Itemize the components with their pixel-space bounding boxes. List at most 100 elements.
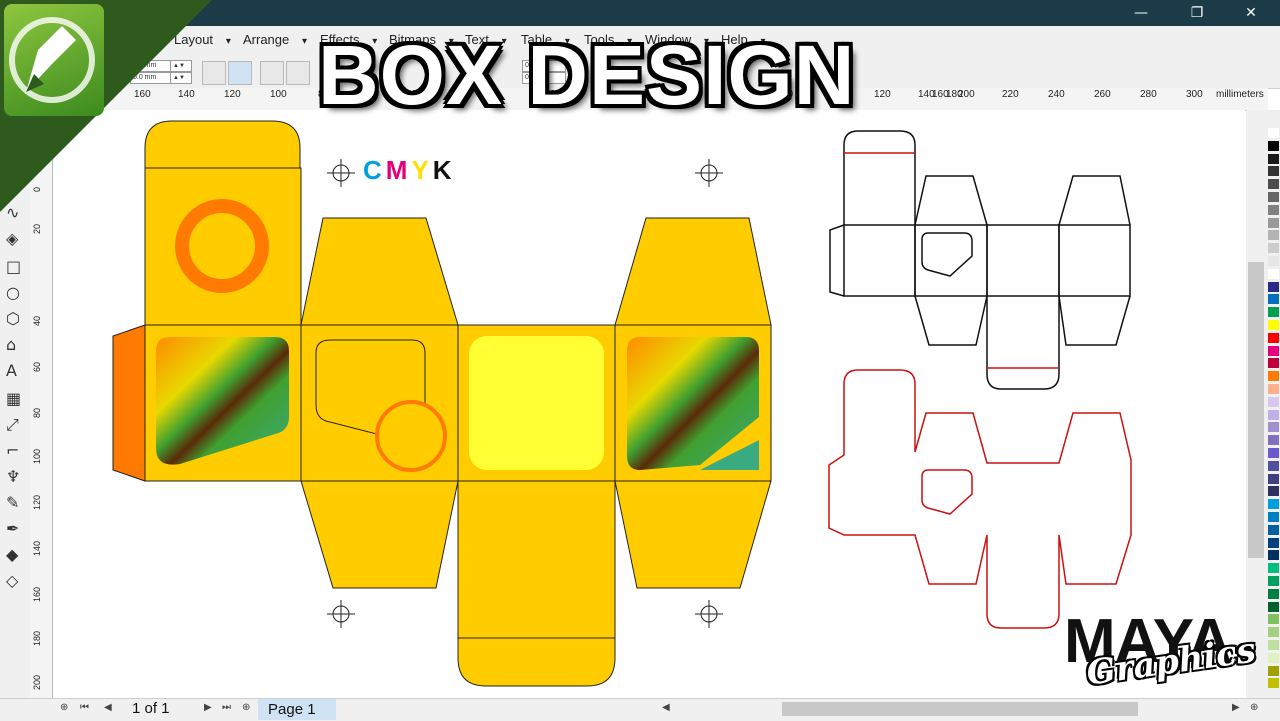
palette-swatch[interactable] [1268, 563, 1279, 574]
zoom-icon[interactable]: ⊕ [1250, 702, 1258, 713]
palette-swatch[interactable] [1268, 678, 1279, 689]
palette-swatch[interactable] [1268, 601, 1279, 612]
palette-swatch[interactable] [1268, 652, 1279, 663]
basic-shapes-icon[interactable]: ⌂ [6, 336, 16, 354]
landscape-icon[interactable] [228, 61, 252, 85]
first-page-icon[interactable]: ⏮ [80, 702, 89, 713]
last-page-icon[interactable]: ⏭ [222, 702, 231, 713]
ruler-tick: 160 [32, 586, 42, 602]
minimize-button[interactable]: — [1118, 0, 1164, 26]
palette-swatch[interactable] [1268, 179, 1279, 190]
palette-swatch[interactable] [1268, 294, 1279, 305]
ruler-tick: 240 [1048, 89, 1065, 100]
palette-swatch[interactable] [1268, 396, 1279, 407]
connector-icon[interactable]: ⌐ [6, 442, 19, 460]
restore-button[interactable]: ❐ [1174, 0, 1220, 26]
palette-swatch[interactable] [1268, 627, 1279, 638]
ellipse-icon[interactable]: ○ [6, 284, 20, 302]
palette-swatch[interactable] [1268, 588, 1279, 599]
palette-swatch[interactable] [1268, 217, 1279, 228]
palette-swatch[interactable] [1268, 371, 1279, 382]
video-title-overlay: BOX DESIGN [318, 28, 856, 122]
palette-swatch[interactable] [1268, 243, 1279, 254]
palette-swatch[interactable] [1268, 358, 1279, 369]
ruler-tick: 120 [874, 89, 891, 100]
add-page-after-icon[interactable]: ⊕ [242, 702, 250, 713]
drop-shadow-icon[interactable]: ♆ [6, 468, 20, 486]
palette-swatch[interactable] [1268, 384, 1279, 394]
palette-swatch[interactable] [1268, 499, 1279, 510]
palette-swatch[interactable] [1268, 192, 1279, 202]
palette-swatch[interactable] [1268, 486, 1279, 497]
rectangle-icon[interactable]: □ [6, 258, 21, 276]
palette-swatch[interactable] [1268, 665, 1279, 676]
palette-swatch[interactable] [1268, 230, 1279, 241]
page-count: 1 of 1 [132, 700, 170, 717]
cmyk-k: K [432, 155, 456, 185]
palette-swatch[interactable] [1268, 460, 1279, 471]
palette-swatch[interactable] [1268, 448, 1279, 458]
palette-swatch[interactable] [1268, 268, 1279, 279]
dimension-icon[interactable]: ⤢ [6, 416, 19, 434]
outline-pen-icon[interactable]: ✒ [6, 520, 19, 538]
menu-arrange[interactable]: Arrange [243, 32, 307, 47]
palette-swatch[interactable] [1268, 140, 1279, 151]
all-pages-icon[interactable] [260, 61, 284, 85]
ruler-tick: 100 [270, 89, 287, 100]
ruler-tick: 140 [32, 540, 42, 556]
palette-swatch[interactable] [1268, 332, 1279, 343]
palette-swatch[interactable] [1268, 307, 1279, 318]
ruler-tick: 60 [32, 361, 42, 372]
palette-swatch[interactable] [1268, 128, 1279, 138]
ruler-tick: 280 [1140, 89, 1157, 100]
palette-swatch[interactable] [1268, 320, 1279, 330]
ruler-tick: 200 [958, 89, 975, 100]
previous-page-icon[interactable]: ◀ [104, 702, 112, 713]
current-page-icon[interactable] [286, 61, 310, 85]
ruler-tick: 80 [32, 407, 42, 418]
palette-swatch[interactable] [1268, 153, 1279, 164]
palette-swatch[interactable] [1268, 345, 1279, 356]
red-cut-outline [828, 369, 1132, 629]
ruler-tick: 220 [1002, 89, 1019, 100]
eyedropper-icon[interactable]: ✎ [6, 494, 19, 512]
ruler-tick: 120 [32, 494, 42, 510]
palette-swatch[interactable] [1268, 204, 1279, 215]
palette-swatch[interactable] [1268, 537, 1279, 548]
ruler-tick: 200 [32, 674, 42, 690]
text-tool-icon[interactable]: A [6, 362, 17, 380]
vertical-scroll-thumb[interactable] [1248, 262, 1264, 558]
black-dieline [829, 130, 1131, 390]
fill-icon[interactable]: ◆ [6, 546, 18, 564]
ruler-tick: 100 [32, 448, 42, 464]
palette-swatch[interactable] [1268, 614, 1279, 625]
palette-swatch[interactable] [1268, 422, 1279, 433]
smart-fill-icon[interactable]: ◈ [6, 230, 18, 248]
next-page-icon[interactable]: ▶ [204, 702, 212, 713]
palette-swatch[interactable] [1268, 640, 1279, 650]
polygon-icon[interactable]: ⬡ [6, 310, 20, 328]
close-button[interactable]: ✕ [1228, 0, 1274, 26]
interactive-fill-icon[interactable]: ◇ [6, 572, 18, 590]
palette-swatch[interactable] [1268, 256, 1279, 266]
scroll-left-icon[interactable]: ◀ [662, 702, 670, 713]
cmyk-m: M [385, 155, 412, 185]
table-icon[interactable]: ▦ [6, 390, 21, 408]
palette-swatch[interactable] [1268, 550, 1279, 561]
palette-swatch[interactable] [1268, 576, 1279, 586]
cmyk-c: C [363, 155, 386, 185]
palette-swatch[interactable] [1268, 435, 1279, 446]
palette-swatch[interactable] [1268, 166, 1279, 177]
ruler-unit: millimeters [1216, 89, 1264, 100]
palette-swatch[interactable] [1268, 524, 1279, 535]
palette-swatch[interactable] [1268, 473, 1279, 484]
palette-swatch[interactable] [1268, 512, 1279, 522]
add-page-icon[interactable]: ⊕ [60, 702, 68, 713]
ruler-tick: 20 [32, 223, 42, 234]
palette-swatch[interactable] [1268, 281, 1279, 292]
page-tab[interactable]: Page 1 [258, 699, 336, 720]
horizontal-scroll-thumb[interactable] [782, 702, 1138, 716]
palette-swatch[interactable] [1268, 409, 1279, 420]
ruler-tick: 120 [224, 89, 241, 100]
scroll-right-icon[interactable]: ▶ [1232, 702, 1240, 713]
